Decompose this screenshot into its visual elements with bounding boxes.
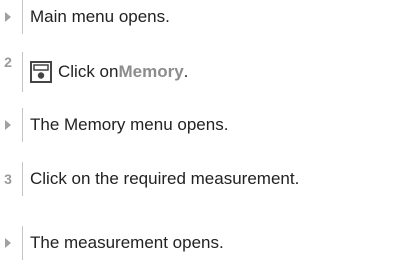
divider-line	[22, 108, 23, 142]
result-row-main-menu: Main menu opens.	[0, 0, 416, 34]
memory-icon	[30, 61, 52, 83]
divider-line	[22, 162, 23, 196]
result-row-measurement: The measurement opens.	[0, 226, 416, 260]
result-text: Main menu opens.	[30, 7, 170, 26]
result-arrow-icon	[5, 238, 11, 248]
result-text: The Memory menu opens.	[30, 115, 229, 134]
memory-label: Memory	[118, 62, 184, 81]
instruction-suffix: .	[183, 62, 189, 81]
divider-line	[22, 0, 23, 34]
step-row-3: 3 Click on the required measurement.	[0, 162, 416, 196]
instruction-prefix: Click on	[58, 62, 119, 81]
instruction-text: Click on the required measurement.	[30, 169, 300, 188]
step-number: 3	[4, 171, 12, 187]
result-arrow-icon	[5, 12, 11, 22]
result-arrow-icon	[5, 120, 11, 130]
step-row-2: 2 Click on Memory.	[0, 52, 416, 92]
divider-line	[22, 52, 23, 92]
divider-line	[22, 226, 23, 260]
result-text: The measurement opens.	[30, 233, 224, 252]
step-number: 2	[4, 54, 12, 70]
result-row-memory-menu: The Memory menu opens.	[0, 108, 416, 142]
